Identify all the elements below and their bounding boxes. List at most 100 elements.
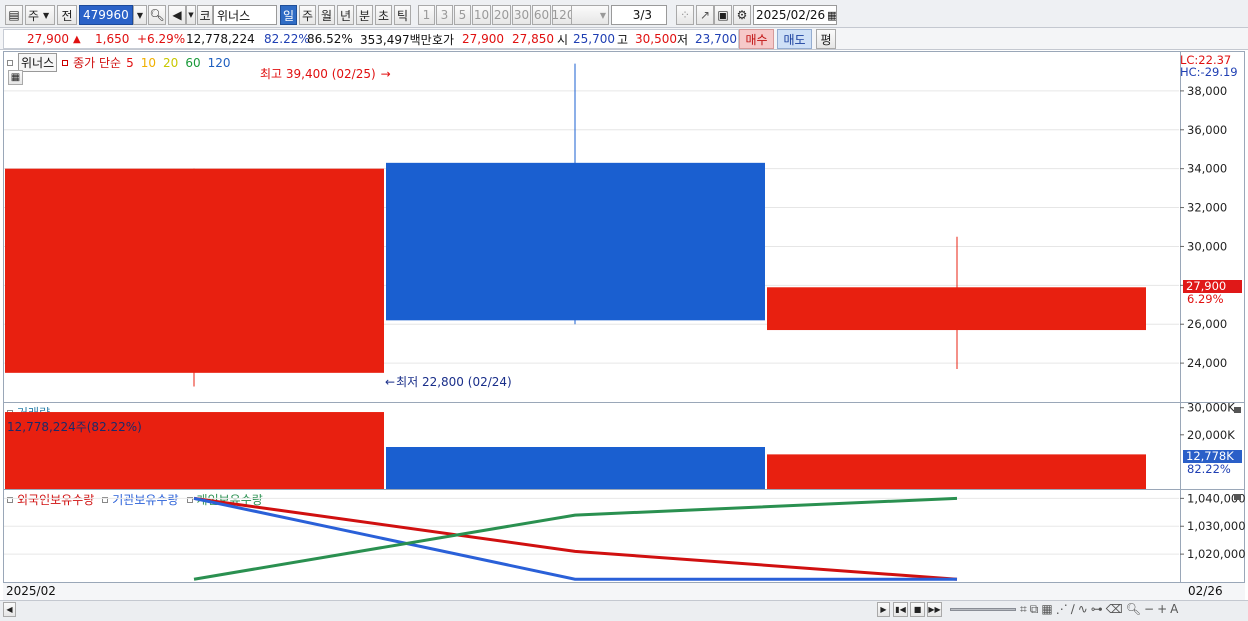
link-icon[interactable]: ⊶ <box>1091 602 1106 616</box>
price-volume-divider <box>3 402 1180 403</box>
chart-area <box>3 51 1245 600</box>
prev-button[interactable]: 전 <box>57 5 77 25</box>
low-label: 저 <box>677 32 689 47</box>
calculator-icon[interactable]: ▦ <box>8 70 23 85</box>
type-select-value: 주 <box>28 8 40 23</box>
scroll-left-button[interactable]: ◀ <box>3 602 16 617</box>
ma-period-5: 5 <box>126 55 134 70</box>
blank-select[interactable]: ▼ <box>571 5 609 25</box>
date-axis <box>3 582 1245 600</box>
stock-tag: 위너스 <box>18 53 58 72</box>
page-indicator-text: 3/3 <box>632 8 652 22</box>
axis-start-label: 2025/02 <box>6 584 56 598</box>
price-change: 1,650 <box>95 32 130 46</box>
ma-legend-title: 종가 단순 <box>73 56 122 70</box>
low-annotation: ←최저 22,800 (02/24) <box>385 373 512 390</box>
grid-dots-button[interactable]: ⁘ <box>676 5 694 25</box>
copy-icon[interactable]: ⧉ <box>1030 602 1042 616</box>
line-icon[interactable]: ∕ <box>1071 602 1078 616</box>
wave-icon[interactable]: ∿ <box>1078 602 1091 616</box>
price-legend: 위너스 종가 단순 5 10 20 60 120 <box>7 53 231 72</box>
ask-price: 27,900 <box>462 32 504 46</box>
holding-legend-2: 개인보유수량 <box>196 493 263 507</box>
interval-button-3[interactable]: 10 <box>472 5 491 25</box>
text-icon[interactable]: A <box>1170 602 1181 616</box>
period-button-2[interactable]: 월 <box>318 5 335 25</box>
code-input[interactable]: 479960 <box>79 5 133 25</box>
period-button-5[interactable]: 초 <box>375 5 392 25</box>
eraser-icon[interactable]: ⌫ <box>1106 602 1126 616</box>
search-button[interactable]: 🔍︎ <box>148 5 166 25</box>
code-dropdown[interactable]: ▼ <box>133 5 147 25</box>
stock-name: 위너스 <box>217 8 251 23</box>
save-icon: ▣ <box>717 8 729 22</box>
page-indicator: 3/3 <box>611 5 667 25</box>
ma-period-60: 60 <box>185 55 201 70</box>
zoom-slider[interactable] <box>950 608 1016 611</box>
chevron-down-icon: ▼ <box>188 11 194 19</box>
type-select[interactable]: 주 ▼ <box>25 5 55 25</box>
grid-icon[interactable]: ▦ <box>1041 602 1055 616</box>
stock-name-field[interactable]: 위너스 <box>213 5 277 25</box>
low-price: 23,700 <box>695 32 737 46</box>
minus-icon[interactable]: − <box>1144 602 1157 616</box>
trade-value: 353,497백만 <box>360 32 432 47</box>
price-change-pct: +6.29% <box>137 32 186 46</box>
arrow-left-icon: ← <box>385 375 396 389</box>
legend-square-icon <box>7 59 13 66</box>
settings-button[interactable]: ⚙ <box>733 5 751 25</box>
interval-button-1[interactable]: 3 <box>436 5 453 25</box>
zoom-icon[interactable]: 🔍︎ <box>1126 602 1144 616</box>
period-button-0[interactable]: 일 <box>280 5 297 25</box>
high-annotation: 최고 39,400 (02/25) → <box>260 65 391 82</box>
current-price-text: 27,900 <box>27 32 69 46</box>
market-label[interactable]: 코 <box>197 5 213 25</box>
period-button-3[interactable]: 년 <box>337 5 354 25</box>
layout-icon[interactable]: ▤ <box>5 5 23 25</box>
legend-square-icon <box>102 496 109 503</box>
current-pct-tag: 6.29% <box>1187 292 1224 306</box>
volume-value: 12,778,224 <box>186 32 255 46</box>
divider-right-2 <box>1180 489 1244 490</box>
scroll-right-button[interactable]: ▶ <box>877 602 890 617</box>
period-button-6[interactable]: 틱 <box>394 5 411 25</box>
chevron-down-icon: ▼ <box>136 10 144 20</box>
period-button-1[interactable]: 주 <box>299 5 316 25</box>
plus-icon[interactable]: + <box>1157 602 1170 616</box>
crosshair-icon[interactable]: ⌗ <box>1020 602 1030 616</box>
interval-button-2[interactable]: 5 <box>454 5 471 25</box>
high-label: 고 <box>617 32 629 47</box>
dots-icon: ⁘ <box>679 8 691 22</box>
volume-current-label: 12,778,224주(82.22%) <box>7 420 142 434</box>
eval-button[interactable]: 평 <box>816 29 836 49</box>
hc-label: HC:-29.19 <box>1180 65 1238 79</box>
period-button-4[interactable]: 분 <box>356 5 373 25</box>
interval-button-5[interactable]: 30 <box>512 5 531 25</box>
sound-button[interactable]: ◀ <box>168 5 186 25</box>
buy-button[interactable]: 매수 <box>739 29 774 49</box>
interval-button-6[interactable]: 60 <box>532 5 551 25</box>
draw-line-button[interactable]: ↗ <box>696 5 714 25</box>
interval-button-0[interactable]: 1 <box>418 5 435 25</box>
date-value: 2025/02/26 <box>756 8 826 22</box>
axis-end-label: 02/26 <box>1188 584 1223 598</box>
last-page-button[interactable]: ▶▶ <box>927 602 942 617</box>
interval-button-4[interactable]: 20 <box>492 5 511 25</box>
stop-button[interactable]: ■ <box>910 602 925 617</box>
save-button[interactable]: ▣ <box>714 5 732 25</box>
legend-square-icon <box>7 409 13 416</box>
gear-icon: ⚙ <box>736 8 748 22</box>
holding-legend-0: 외국인보유수량 <box>17 493 95 507</box>
ma-period-120: 120 <box>207 55 231 70</box>
sound-dropdown[interactable]: ▼ <box>186 5 196 25</box>
code-value: 479960 <box>83 8 129 22</box>
search-icon: 🔍︎ <box>149 8 165 22</box>
volume-current-pct: 82.22% <box>1187 462 1231 476</box>
first-page-button[interactable]: ▮◀ <box>893 602 908 617</box>
turnover-ratio: 86.52% <box>307 32 353 46</box>
sell-button[interactable]: 매도 <box>777 29 812 49</box>
fibo-icon[interactable]: ⋰ <box>1056 602 1071 616</box>
open-label: 시 <box>557 32 569 47</box>
date-field[interactable]: 2025/02/26 ▦ <box>753 5 837 25</box>
current-price: 27,900 ▲ <box>27 30 81 48</box>
